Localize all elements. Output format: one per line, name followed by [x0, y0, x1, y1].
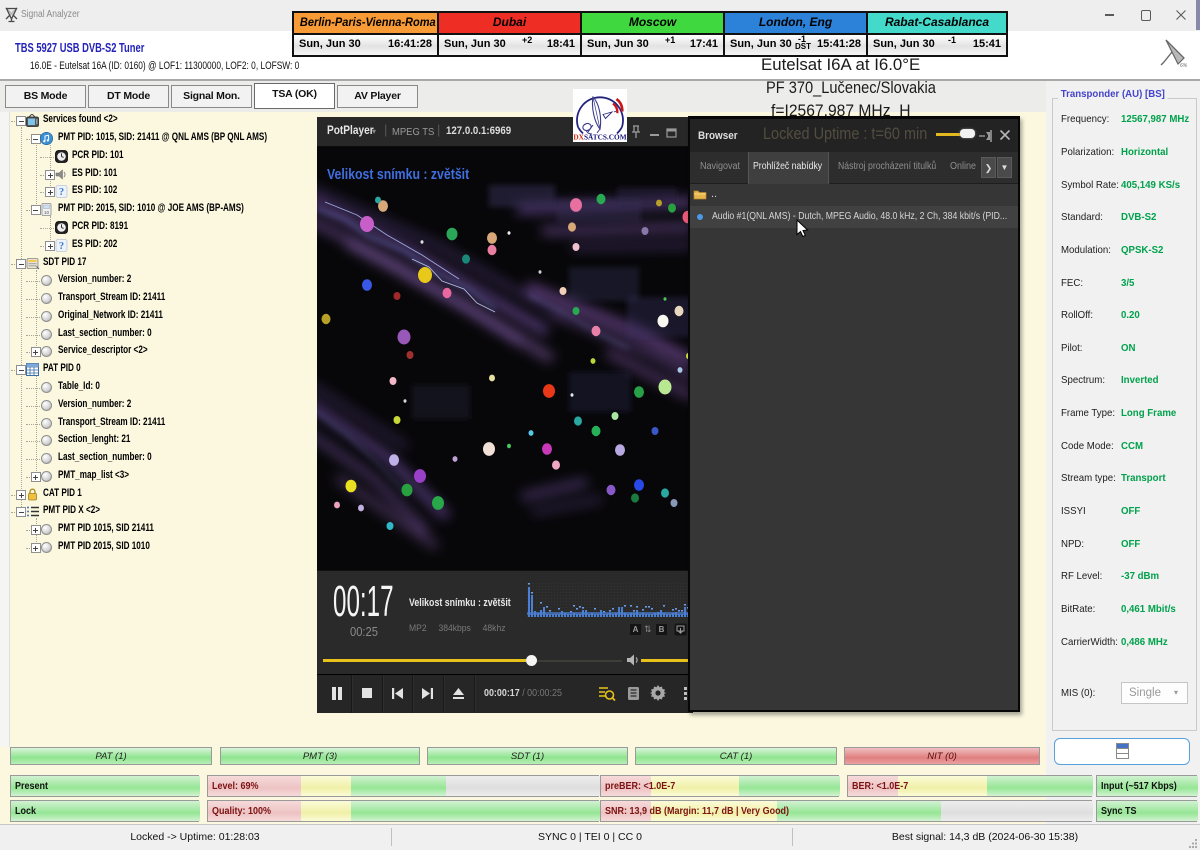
svg-text:10: 10 [44, 210, 50, 215]
svg-text:6%: 6% [1180, 63, 1188, 68]
svg-text:?: ? [59, 187, 64, 198]
svg-text:DXSATCS.COM: DXSATCS.COM [573, 133, 626, 142]
svg-text:?: ? [59, 241, 64, 252]
